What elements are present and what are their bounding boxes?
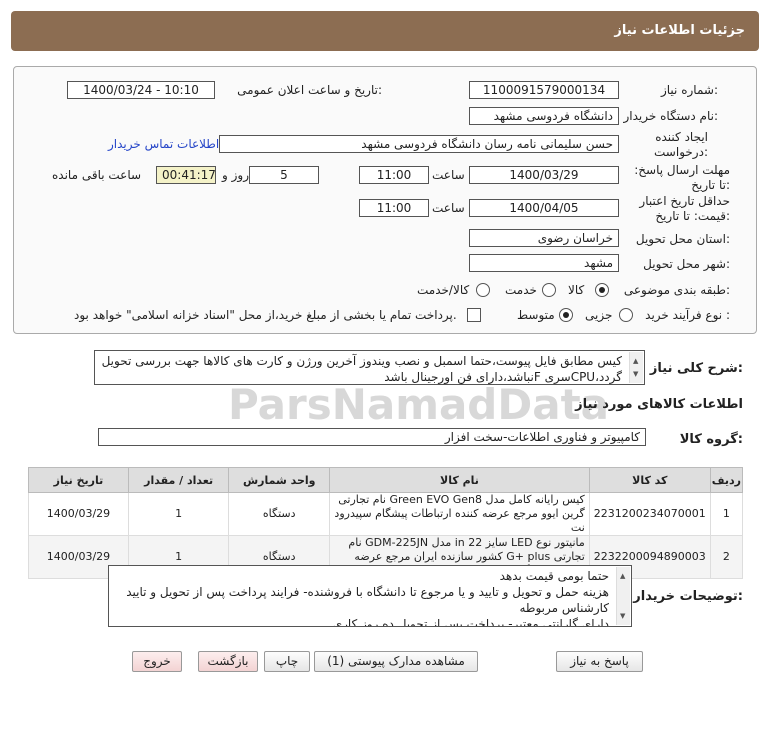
page-title: جزئیات اطلاعات نیاز	[614, 23, 745, 38]
description-label: شرح کلی نیاز:	[649, 361, 743, 376]
reply-button[interactable]: پاسخ به نیاز	[556, 651, 643, 672]
col-row: ردیف	[709, 467, 744, 493]
province-label: استان محل تحویل:	[635, 232, 730, 246]
time-remaining-label: ساعت باقی مانده	[52, 168, 142, 182]
col-date: تاریخ نیاز	[28, 467, 129, 493]
notes-label: توضیحات خریدار:	[633, 589, 743, 604]
creator-label: ایجاد کننده درخواست:	[654, 130, 708, 159]
time-remaining-field: 00:41:17	[156, 166, 216, 184]
need-number-label: شماره نیاز:	[660, 83, 718, 97]
buyer-field: دانشگاه فردوسی مشهد	[469, 107, 619, 125]
buyer-contact-link[interactable]: اطلاعات تماس خریدار	[108, 137, 219, 151]
category-radio-service[interactable]	[542, 283, 556, 297]
view-attachments-button[interactable]: مشاهده مدارک پیوستی (1)	[314, 651, 478, 672]
need-number-field: 1100091579000134	[469, 81, 619, 99]
province-field: خراسان رضوی	[469, 229, 619, 247]
goods-group-label: گروه کالا:	[679, 432, 743, 447]
announce-field: 1400/03/24 - 10:10	[67, 81, 215, 99]
deadline-label: مهلت ارسال پاسخ: تا تاریخ:	[634, 163, 730, 192]
city-field: مشهد	[469, 254, 619, 272]
cell-row: 1	[709, 492, 744, 536]
notes-textarea[interactable]: حتما بومی قیمت بدهد هزینه حمل و تحویل و …	[108, 565, 632, 627]
print-button[interactable]: چاپ	[264, 651, 310, 672]
process-option-minor: جزیی	[585, 308, 613, 322]
description-text: کیس مطابق فایل پیوست،حتما اسمبل و نصب وی…	[101, 354, 622, 384]
goods-table: ردیف کد کالا نام کالا واحد شمارش تعداد /…	[28, 467, 744, 579]
col-unit: واحد شمارش	[228, 467, 331, 493]
category-radio-goods[interactable]	[595, 283, 609, 297]
cell-name: کیس رایانه کامل مدل Green EVO Gen8 نام ت…	[329, 492, 590, 536]
page-header: جزئیات اطلاعات نیاز	[11, 11, 759, 51]
process-radio-medium[interactable]	[559, 308, 573, 322]
notes-scrollbar[interactable]: ▲ ▼	[616, 567, 630, 625]
category-option-goods: کالا	[568, 283, 585, 297]
creator-field: حسن سلیمانی نامه رسان دانشگاه فردوسی مشه…	[219, 135, 619, 153]
category-option-service: خدمت	[505, 283, 537, 297]
category-option-goods-service: کالا/خدمت	[417, 283, 470, 297]
deadline-time-label: ساعت	[432, 168, 465, 182]
deadline-time-field: 11:00	[359, 166, 429, 184]
notes-line: دارای گارانتی معتبر- پرداخت پس از تحویل …	[332, 617, 609, 627]
treasury-payment-note: پرداخت تمام یا بخشی از مبلغ خرید،از محل …	[74, 308, 457, 322]
description-textarea[interactable]: کیس مطابق فایل پیوست،حتما اسمبل و نصب وی…	[94, 350, 645, 385]
cell-date: 1400/03/29	[28, 492, 129, 536]
category-radio-goods-service[interactable]	[476, 283, 490, 297]
cell-unit: دستگاه	[228, 492, 331, 536]
city-label: شهر محل تحویل:	[643, 257, 730, 271]
watermark-brand: ParsNamadData	[228, 380, 609, 429]
category-label: طبقه بندی موضوعی:	[623, 283, 730, 297]
process-label: نوع فرآیند خرید :	[645, 308, 730, 322]
validity-label: حداقل تاریخ اعتبار قیمت: تا تاریخ:	[639, 194, 730, 223]
deadline-date-field: 1400/03/29	[469, 166, 619, 184]
exit-button[interactable]: خروج	[132, 651, 182, 672]
days-remaining-field: 5	[249, 166, 319, 184]
back-button[interactable]: بازگشت	[198, 651, 258, 672]
cell-qty: 1	[127, 492, 230, 536]
validity-time-label: ساعت	[432, 201, 465, 215]
buyer-label: نام دستگاه خریدار:	[623, 109, 719, 123]
cell-row: 2	[709, 535, 744, 579]
col-name: نام کالا	[329, 467, 590, 493]
announce-label: تاریخ و ساعت اعلان عمومی:	[237, 83, 382, 97]
description-scrollbar[interactable]: ▲ ▼	[629, 352, 643, 383]
col-code: کد کالا	[588, 467, 711, 493]
goods-group-field: کامپیوتر و فناوری اطلاعات-سخت افزار	[98, 428, 646, 446]
days-label: روز و	[222, 168, 249, 182]
treasury-payment-checkbox[interactable]	[467, 308, 481, 322]
cell-code: 2231200234070001	[588, 492, 711, 536]
process-option-medium: متوسط	[517, 308, 555, 322]
goods-table-header: ردیف کد کالا نام کالا واحد شمارش تعداد /…	[28, 467, 744, 493]
process-radio-minor[interactable]	[619, 308, 633, 322]
notes-line: حتما بومی قیمت بدهد	[499, 569, 609, 583]
table-row: 1 2231200234070001 کیس رایانه کامل مدل G…	[28, 492, 744, 536]
need-details-panel: شماره نیاز: 1100091579000134 تاریخ و ساع…	[13, 66, 757, 334]
goods-section-title: اطلاعات کالاهای مورد نیاز	[575, 397, 743, 412]
validity-time-field: 11:00	[359, 199, 429, 217]
notes-line: هزینه حمل و تحویل و تایید و یا مرجوع تا …	[126, 585, 609, 615]
col-qty: تعداد / مقدار	[127, 467, 230, 493]
validity-date-field: 1400/04/05	[469, 199, 619, 217]
